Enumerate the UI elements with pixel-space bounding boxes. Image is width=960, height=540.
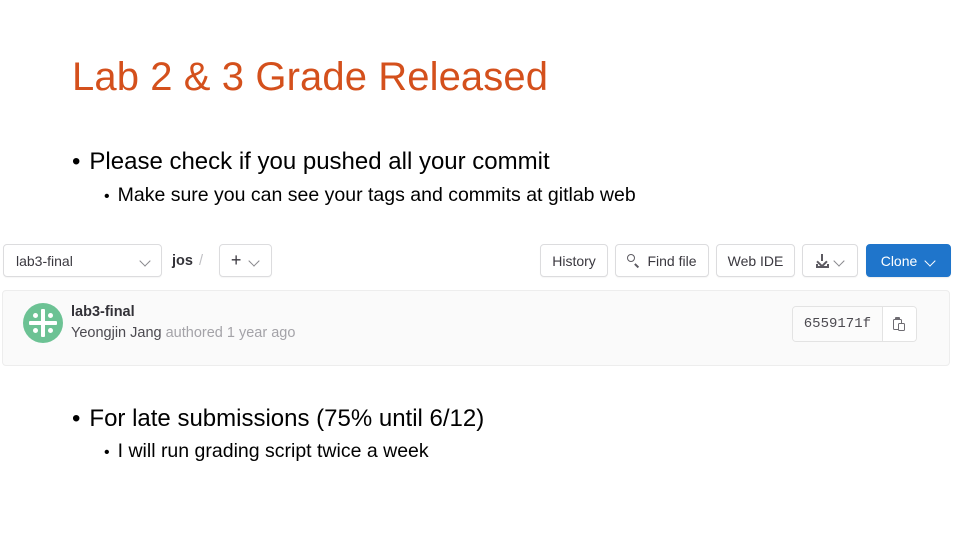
bullet-marker-icon: • <box>72 405 81 432</box>
chevron-down-icon <box>140 255 151 266</box>
page-title: Lab 2 & 3 Grade Released <box>72 55 549 99</box>
bullet-marker-icon: • <box>72 148 81 175</box>
bullet-item-2-text: For late submissions (75% until 6/12) <box>89 405 485 432</box>
identicon-avatar <box>23 303 63 343</box>
chevron-down-icon <box>925 255 936 266</box>
bullet-item-1-sub-text: Make sure you can see your tags and comm… <box>117 184 636 206</box>
last-commit-panel: lab3-final Yeongjin Jang authored 1 year… <box>2 290 950 366</box>
find-file-button-label: Find file <box>647 252 697 269</box>
commit-sha-group: 6559171f <box>791 306 917 342</box>
bullet-marker-icon: • <box>104 444 110 461</box>
breadcrumb-separator: / <box>198 252 203 269</box>
bullet-item-2-sub-text: I will run grading script twice a week <box>117 440 429 462</box>
web-ide-button-label: Web IDE <box>727 252 784 269</box>
history-button[interactable]: History <box>540 244 608 277</box>
search-icon <box>627 254 640 267</box>
clipboard-icon <box>893 317 906 331</box>
download-icon <box>815 253 829 268</box>
plus-icon: + <box>230 249 242 270</box>
bullet-item-1: • Please check if you pushed all your co… <box>72 148 550 176</box>
breadcrumb: jos / <box>172 244 209 277</box>
commit-title[interactable]: lab3-final <box>71 303 295 322</box>
copy-sha-button[interactable] <box>882 307 916 341</box>
bullet-marker-icon: • <box>104 188 110 205</box>
clone-button[interactable]: Clone <box>866 244 951 277</box>
bullet-item-1-text: Please check if you pushed all your comm… <box>89 148 550 175</box>
gitlab-repository-screenshot: lab3-final jos / + History Find file Web… <box>0 236 960 371</box>
web-ide-button[interactable]: Web IDE <box>716 244 795 277</box>
branch-select[interactable]: lab3-final <box>3 244 162 277</box>
bullet-item-2-sub: • I will run grading script twice a week <box>104 440 429 463</box>
branch-select-value: lab3-final <box>16 252 73 269</box>
commit-timestamp: authored 1 year ago <box>165 325 296 341</box>
add-button[interactable]: + <box>219 244 272 277</box>
commit-meta: Yeongjin Jang authored 1 year ago <box>71 324 295 343</box>
chevron-down-icon <box>249 255 260 266</box>
gitlab-toolbar: lab3-final jos / + History Find file Web… <box>0 236 960 282</box>
commit-text-block: lab3-final Yeongjin Jang authored 1 year… <box>71 303 295 343</box>
download-button[interactable] <box>802 244 858 277</box>
chevron-down-icon <box>834 255 845 266</box>
clone-button-label: Clone <box>880 252 918 269</box>
commit-sha[interactable]: 6559171f <box>792 307 882 341</box>
commit-author[interactable]: Yeongjin Jang <box>71 325 162 341</box>
history-button-label: History <box>552 252 596 269</box>
breadcrumb-repo-link[interactable]: jos <box>172 253 193 269</box>
bullet-item-1-sub: • Make sure you can see your tags and co… <box>104 184 636 207</box>
bullet-item-2: • For late submissions (75% until 6/12) <box>72 405 484 433</box>
find-file-button[interactable]: Find file <box>615 244 709 277</box>
